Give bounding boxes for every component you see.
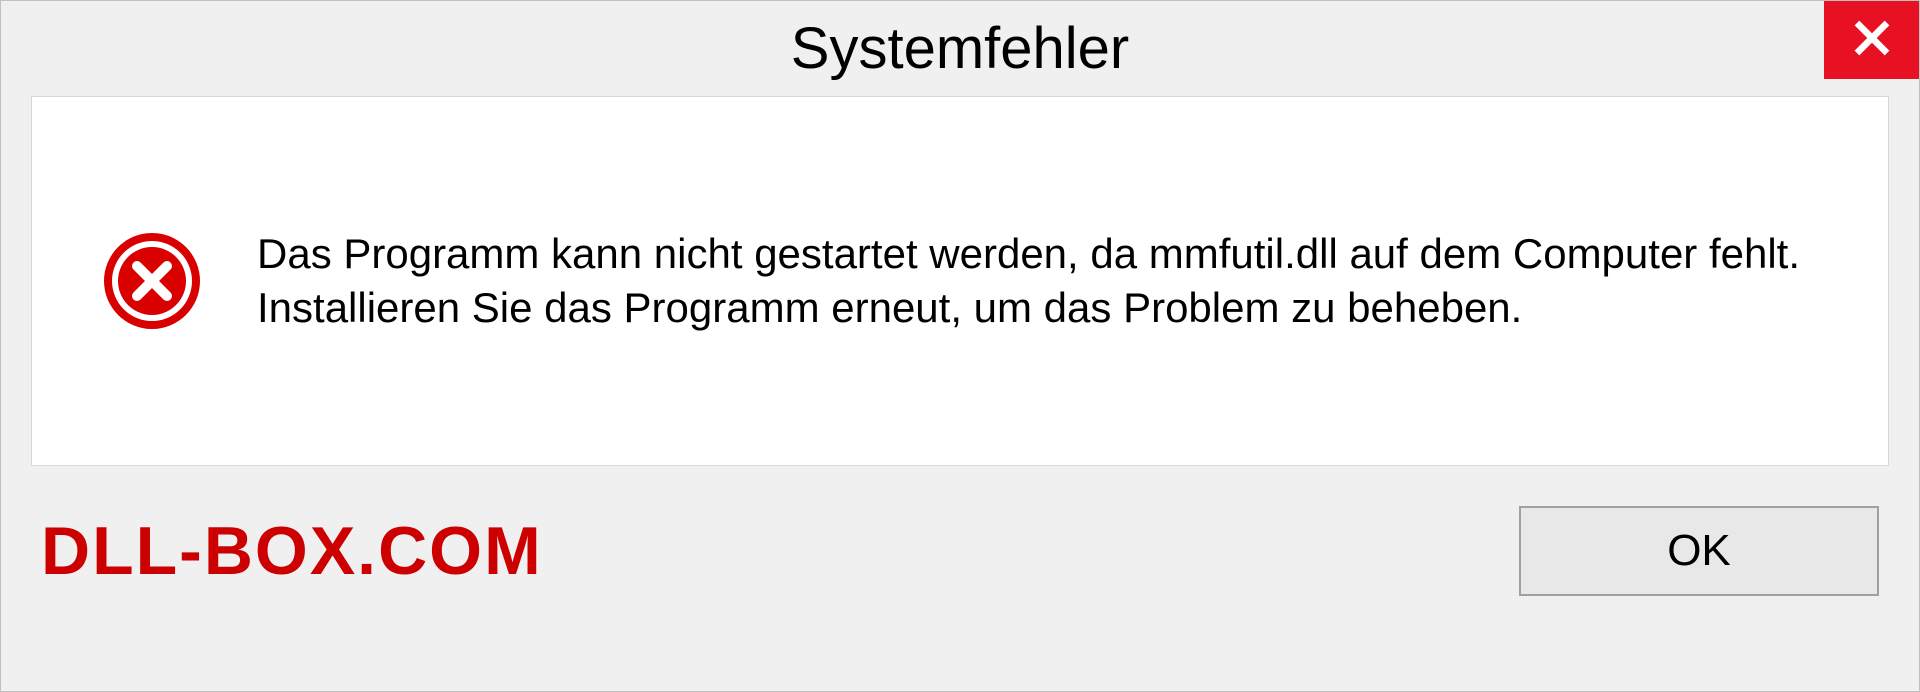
error-icon bbox=[102, 231, 202, 331]
close-button[interactable] bbox=[1824, 1, 1919, 79]
dialog-title: Systemfehler bbox=[791, 15, 1129, 82]
error-dialog: Systemfehler Das Programm kann nicht ges… bbox=[0, 0, 1920, 692]
watermark-text: DLL-BOX.COM bbox=[41, 512, 543, 590]
content-panel: Das Programm kann nicht gestartet werden… bbox=[31, 96, 1889, 466]
ok-button[interactable]: OK bbox=[1519, 506, 1879, 596]
error-message: Das Programm kann nicht gestartet werden… bbox=[257, 227, 1818, 335]
dialog-footer: DLL-BOX.COM OK bbox=[1, 481, 1919, 636]
close-icon bbox=[1853, 19, 1891, 62]
titlebar: Systemfehler bbox=[1, 1, 1919, 96]
